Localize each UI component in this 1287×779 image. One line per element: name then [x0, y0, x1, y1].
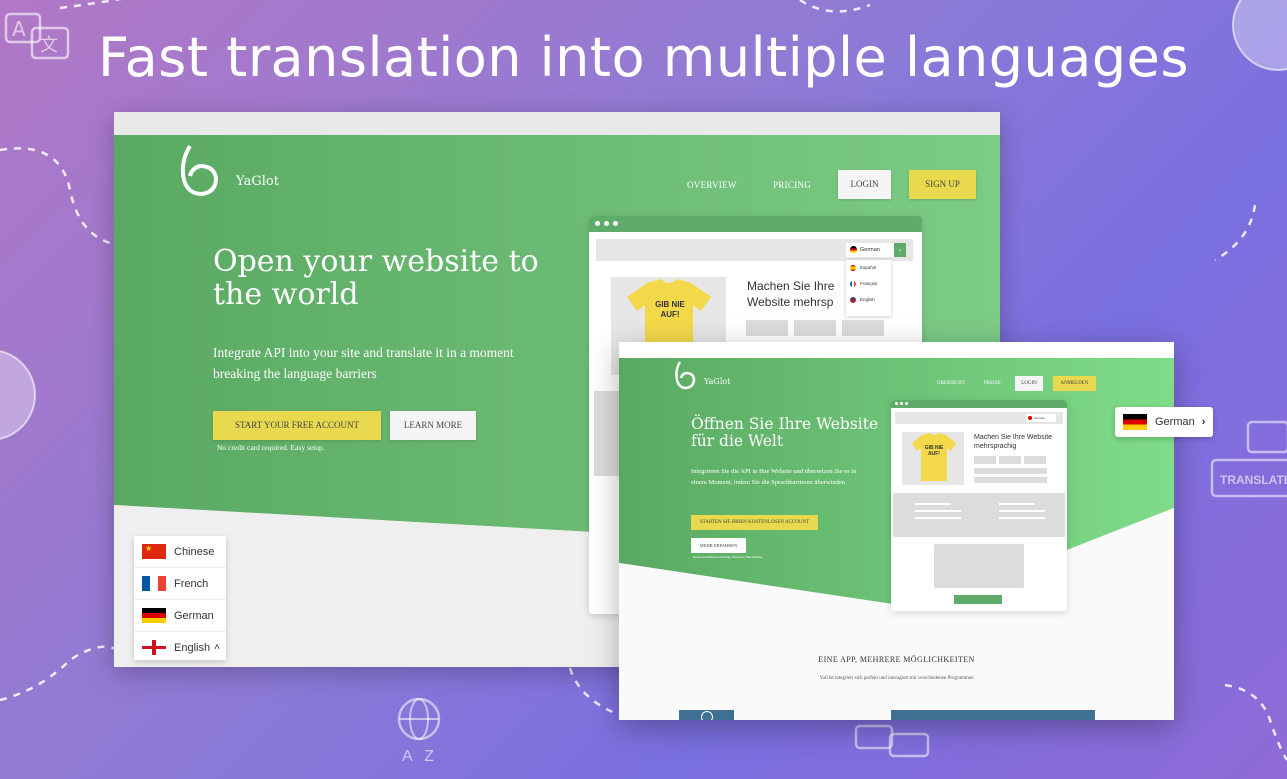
login-button[interactable]: LOGIN: [838, 170, 891, 199]
nav-pricing[interactable]: PRICING: [773, 180, 811, 190]
hero-subtitle: Integrieren Sie die API in Ihre Website …: [691, 468, 857, 486]
integration-card: [891, 710, 1095, 720]
translate-badge-label: TRANSLATE: [1220, 473, 1287, 487]
language-option-chinese[interactable]: ★ Chinese: [134, 536, 226, 568]
german-site-screenshot: YaGlot ÜBERSICHT PREISE LOGIN ANMELDEN Ö…: [619, 342, 1174, 720]
demo-product-card: GIB NIE AUF!: [902, 432, 964, 485]
language-option-german[interactable]: German: [134, 600, 226, 632]
france-flag-icon: [142, 576, 166, 591]
yaglot-logo-icon: [674, 360, 696, 390]
germany-flag-icon: [1123, 414, 1147, 430]
germany-flag-icon: [1028, 416, 1032, 421]
chat-bubbles-icon: [852, 722, 932, 772]
nav-overview[interactable]: ÜBERSICHT: [937, 381, 965, 386]
demo-browser-mock: German GIB NIE AUF! Machen Sie Ihre Webs…: [891, 400, 1067, 611]
demo-language-selector[interactable]: German: [1026, 414, 1056, 422]
demo-green-button: [954, 595, 1002, 604]
demo-dropdown-arrow-icon: ⌄: [894, 243, 906, 257]
section-title: EINE APP, MEHRERE MÖGLICHKEITEN: [818, 655, 975, 664]
language-option-french[interactable]: French: [134, 568, 226, 600]
demo-browser-bar: [891, 400, 1067, 408]
demo-language-dropdown: Español Français English: [846, 260, 891, 316]
floating-language-selector[interactable]: German ›: [1115, 407, 1213, 437]
chevron-right-icon: ›: [1201, 416, 1206, 428]
language-switcher: ★ Chinese French German English ˄: [134, 536, 226, 660]
england-flag-icon: [142, 640, 166, 655]
tshirt-text: GIB NIE AUF!: [924, 445, 944, 457]
page-headline: Fast translation into multiple languages: [97, 26, 1189, 89]
demo-placeholder-block: [974, 456, 996, 464]
demo-placeholder-block: [746, 320, 788, 336]
learn-more-button[interactable]: LEARN MORE: [390, 411, 476, 440]
translate-badge-icon: TRANSLATE: [1210, 420, 1287, 498]
demo-option-french[interactable]: Français: [846, 276, 891, 292]
brand-name: YaGlot: [704, 377, 731, 386]
browser-topbar: [114, 112, 1000, 135]
tshirt-icon: [912, 433, 956, 481]
demo-language-selector[interactable]: German ⌄: [846, 243, 906, 257]
demo-text-line: Machen Sie Ihre Website mehrsprachig: [974, 434, 1053, 450]
signup-button[interactable]: SIGN UP: [909, 170, 976, 199]
floating-language-label: German: [1155, 416, 1195, 428]
demo-placeholder-block: [974, 477, 1047, 483]
learn-more-button[interactable]: MEHR ERFAHREN: [691, 538, 746, 553]
germany-flag-icon: [142, 608, 166, 623]
hero-title: Open your website to the world: [213, 244, 539, 312]
language-option-english[interactable]: English ˄: [134, 632, 226, 663]
demo-text-line: Machen Sie Ihre Website mehrsp: [747, 279, 835, 309]
az-label: A Z: [401, 748, 438, 765]
start-free-account-button[interactable]: START YOUR FREE ACCOUNT: [213, 411, 381, 440]
chevron-up-icon: ˄: [214, 642, 220, 653]
globe-az-icon: A Z: [395, 695, 445, 775]
demo-placeholder-block: [842, 320, 884, 336]
browser-topbar: [619, 342, 1174, 358]
demo-image-placeholder: [934, 544, 1024, 588]
demo-option-english[interactable]: English: [846, 292, 891, 308]
hero-subtitle: Integrate API into your site and transla…: [213, 345, 514, 381]
demo-placeholder-block: [794, 320, 836, 336]
globe-icon-left: [0, 340, 40, 450]
china-flag-icon: ★: [142, 544, 166, 559]
demo-placeholder-block: [1024, 456, 1046, 464]
demo-placeholder-block: [999, 456, 1021, 464]
demo-selected-language: German: [860, 247, 880, 253]
cta-note: No credit card required. Easy setup.: [217, 443, 325, 452]
hero-title: Öffnen Sie Ihre Website für die Welt: [691, 415, 879, 450]
section-text: YaGlot integriert sich perfekt und inter…: [819, 676, 974, 681]
brand-name: YaGlot: [236, 174, 279, 189]
login-button[interactable]: LOGIN: [1015, 376, 1043, 391]
demo-placeholder-block: [974, 468, 1047, 474]
yaglot-logo-icon: [178, 142, 220, 198]
signup-button[interactable]: ANMELDEN: [1053, 376, 1096, 391]
germany-flag-icon: [850, 246, 857, 254]
start-free-account-button[interactable]: STARTEN SIE IHREN KOSTENLOSEN ACCOUNT: [691, 515, 818, 530]
nav-pricing[interactable]: PREISE: [984, 381, 1001, 386]
demo-feature-panel: [893, 493, 1065, 537]
wordpress-card: [679, 710, 734, 720]
cta-note: Keine Kreditkarte benötigt. Einfache Ein…: [693, 555, 763, 559]
demo-option-spanish[interactable]: Español: [846, 260, 891, 276]
demo-browser-bar: [589, 216, 922, 232]
tshirt-text: GIB NIE AUF!: [655, 300, 685, 319]
nav-overview[interactable]: OVERVIEW: [687, 180, 737, 190]
wordpress-icon: [701, 711, 713, 720]
